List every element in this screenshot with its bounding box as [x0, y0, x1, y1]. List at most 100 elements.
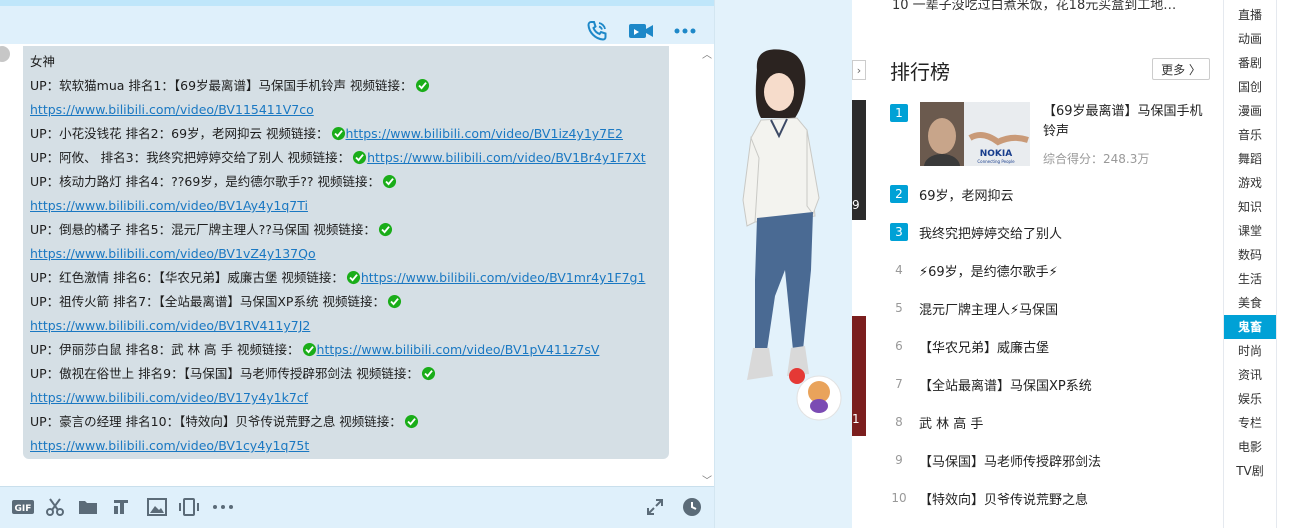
rank-item[interactable]: 4 ⚡69岁，是约德尔歌手⚡ [890, 258, 1210, 282]
video-link[interactable]: https://www.bilibili.com/video/BV1iz4y1y… [346, 126, 623, 141]
ranking-panel: 10 一辈子没吃过白煮米饭，花18元买盒到工地… › 9 1 排行榜 更多 〉 … [852, 0, 1217, 528]
message-text: UP：祖传火箭 排名7：【全站最离谱】马保国XP系统 视频链接： [30, 294, 385, 309]
video-link[interactable]: https://www.bilibili.com/video/BV115411V… [30, 102, 314, 117]
message-line: https://www.bilibili.com/video/BV1vZ4y13… [30, 242, 669, 266]
rank-item[interactable]: 2 69岁，老网抑云 [890, 182, 1210, 206]
folder-icon[interactable] [77, 497, 99, 517]
chat-window: 女神 UP：软软猫mua 排名1：【69岁最离谱】马保国手机铃声 视频链接： ht… [0, 0, 852, 528]
strip-label: 9 [852, 198, 860, 212]
category-item[interactable]: 生活 [1224, 267, 1276, 291]
shake-icon[interactable] [178, 497, 200, 517]
more-button[interactable]: 更多 〉 [1152, 58, 1210, 80]
carousel-prev-button[interactable]: › [852, 60, 866, 80]
rank-title[interactable]: ⚡69岁，是约德尔歌手⚡ [919, 261, 1058, 280]
message-lines: UP：软软猫mua 排名1：【69岁最离谱】马保国手机铃声 视频链接： https… [30, 74, 669, 458]
rank-item-first[interactable]: 1 NOKIA Connecting People 【69岁最离谱】马保国手机铃… [890, 102, 1210, 168]
video-link[interactable]: https://www.bilibili.com/video/BV1pV411z… [317, 342, 600, 357]
rank-title[interactable]: 混元厂牌主理人⚡马保国 [919, 299, 1058, 318]
message-line: UP：阿攸、 排名3：我终究把婷婷交给了别人 视频链接： https://www.… [30, 146, 669, 170]
scroll-up-icon[interactable]: ︿ [702, 46, 712, 61]
video-link[interactable]: https://www.bilibili.com/video/BV1Br4y1F… [367, 150, 646, 165]
expand-icon[interactable] [644, 497, 666, 517]
message-line: https://www.bilibili.com/video/BV115411V… [30, 98, 669, 122]
category-item[interactable]: 音乐 [1224, 123, 1276, 147]
message-line: UP：倒悬的橘子 排名5：混元厂牌主理人??马保国 视频链接： [30, 218, 669, 242]
previous-list-tail[interactable]: 10 一辈子没吃过白煮米饭，花18元买盒到工地… [892, 0, 1176, 13]
category-item[interactable]: 数码 [1224, 243, 1276, 267]
toolbar-more-icon[interactable] [212, 497, 234, 517]
gif-label: GIF [15, 504, 32, 514]
category-item[interactable]: 课堂 [1224, 219, 1276, 243]
category-item[interactable]: 漫画 [1224, 99, 1276, 123]
rank-item[interactable]: 6 【华农兄弟】威廉古堡 [890, 334, 1210, 358]
rank-title[interactable]: 【全站最离谱】马保国XP系统 [919, 375, 1092, 394]
music-icon[interactable] [110, 497, 132, 517]
rank-title[interactable]: 武 林 高 手 [919, 413, 983, 432]
verified-check-icon [382, 174, 397, 189]
carousel-thumb-strip[interactable]: 9 [852, 100, 866, 220]
message-text: UP：阿攸、 排名3：我终究把婷婷交给了别人 视频链接： [30, 150, 351, 165]
verified-check-icon [353, 150, 367, 165]
verified-check-icon [302, 342, 316, 357]
message-line: UP：傲视在俗世上 排名9：【马保国】马老师传授辟邪剑法 视频链接： [30, 362, 669, 386]
rank-title[interactable]: 【马保国】马老师传授辟邪剑法 [919, 451, 1101, 470]
video-link[interactable]: https://www.bilibili.com/video/BV1Ay4y1q… [30, 198, 308, 213]
category-item[interactable]: 美食 [1224, 291, 1276, 315]
category-item[interactable]: TV剧 [1224, 459, 1276, 483]
category-item[interactable]: 知识 [1224, 195, 1276, 219]
scroll-down-icon[interactable]: ﹀ [702, 472, 712, 487]
rank-title[interactable]: 【华农兄弟】威廉古堡 [919, 337, 1049, 356]
category-item[interactable]: 专栏 [1224, 411, 1276, 435]
video-link[interactable]: https://www.bilibili.com/video/BV17y4y1k… [30, 390, 308, 405]
more-icon[interactable] [672, 18, 698, 44]
image-icon[interactable] [146, 497, 168, 517]
rank-number: 5 [895, 301, 903, 315]
rank-item[interactable]: 5 混元厂牌主理人⚡马保国 [890, 296, 1210, 320]
message-line: UP：小花没钱花 排名2：69岁，老网抑云 视频链接： https://www.b… [30, 122, 669, 146]
carousel-thumb-strip[interactable]: 1 [852, 316, 866, 436]
rank-title[interactable]: 69岁，老网抑云 [919, 185, 1014, 204]
category-item[interactable]: 游戏 [1224, 171, 1276, 195]
message-text: UP：软软猫mua 排名1：【69岁最离谱】马保国手机铃声 视频链接： [30, 78, 413, 93]
thumb-brand: NOKIA [980, 149, 1013, 159]
rank-item[interactable]: 10 【特效向】贝爷传说荒野之息 [890, 486, 1210, 510]
verified-check-icon [331, 126, 345, 141]
category-item[interactable]: 直播 [1224, 3, 1276, 27]
message-text: UP：傲视在俗世上 排名9：【马保国】马老师传授辟邪剑法 视频链接： [30, 366, 419, 381]
message-line: UP：祖传火箭 排名7：【全站最离谱】马保国XP系统 视频链接： [30, 290, 669, 314]
category-item[interactable]: 娱乐 [1224, 387, 1276, 411]
rank-title[interactable]: 我终究把婷婷交给了别人 [919, 223, 1062, 242]
category-item[interactable]: 时尚 [1224, 339, 1276, 363]
sender-avatar[interactable] [0, 46, 10, 62]
category-item[interactable]: 番剧 [1224, 51, 1276, 75]
category-item[interactable]: 动画 [1224, 27, 1276, 51]
category-item[interactable]: 鬼畜 [1224, 315, 1276, 339]
rank-item[interactable]: 9 【马保国】马老师传授辟邪剑法 [890, 448, 1210, 472]
rank-thumbnail[interactable]: NOKIA Connecting People [920, 102, 1030, 166]
scissors-icon[interactable] [44, 497, 66, 517]
video-link[interactable]: https://www.bilibili.com/video/BV1mr4y1F… [361, 270, 646, 285]
strip-label: 1 [852, 412, 860, 426]
video-link[interactable]: https://www.bilibili.com/video/BV1RV411y… [30, 318, 310, 333]
phone-icon[interactable] [584, 18, 610, 44]
message-text: UP：豪言の经理 排名10：【特效向】贝爷传说荒野之息 视频链接： [30, 414, 402, 429]
rank-title[interactable]: 【69岁最离谱】马保国手机铃声 [1043, 102, 1208, 142]
category-item[interactable]: 舞蹈 [1224, 147, 1276, 171]
rank-score: 综合得分：248.3万 [1043, 152, 1150, 166]
video-camera-icon[interactable] [628, 18, 654, 44]
video-link[interactable]: https://www.bilibili.com/video/BV1vZ4y13… [30, 246, 316, 261]
category-item[interactable]: 电影 [1224, 435, 1276, 459]
category-item[interactable]: 资讯 [1224, 363, 1276, 387]
video-link[interactable]: https://www.bilibili.com/video/BV1cy4y1q… [30, 438, 309, 453]
category-item[interactable]: 国创 [1224, 75, 1276, 99]
rank-number: 8 [895, 415, 903, 429]
gif-icon[interactable]: GIF [12, 497, 34, 517]
message-bubble[interactable]: 女神 UP：软软猫mua 排名1：【69岁最离谱】马保国手机铃声 视频链接： ht… [23, 46, 669, 459]
rank-item[interactable]: 7 【全站最离谱】马保国XP系统 [890, 372, 1210, 396]
rank-title[interactable]: 【特效向】贝爷传说荒野之息 [919, 489, 1088, 508]
message-pane[interactable]: 女神 UP：软软猫mua 排名1：【69岁最离谱】马保国手机铃声 视频链接： ht… [0, 44, 714, 486]
message-line: UP：红色激情 排名6：【华农兄弟】威廉古堡 视频链接： https://www.… [30, 266, 669, 290]
rank-item[interactable]: 3 我终究把婷婷交给了别人 [890, 220, 1210, 244]
history-icon[interactable] [681, 497, 703, 517]
rank-item[interactable]: 8 武 林 高 手 [890, 410, 1210, 434]
